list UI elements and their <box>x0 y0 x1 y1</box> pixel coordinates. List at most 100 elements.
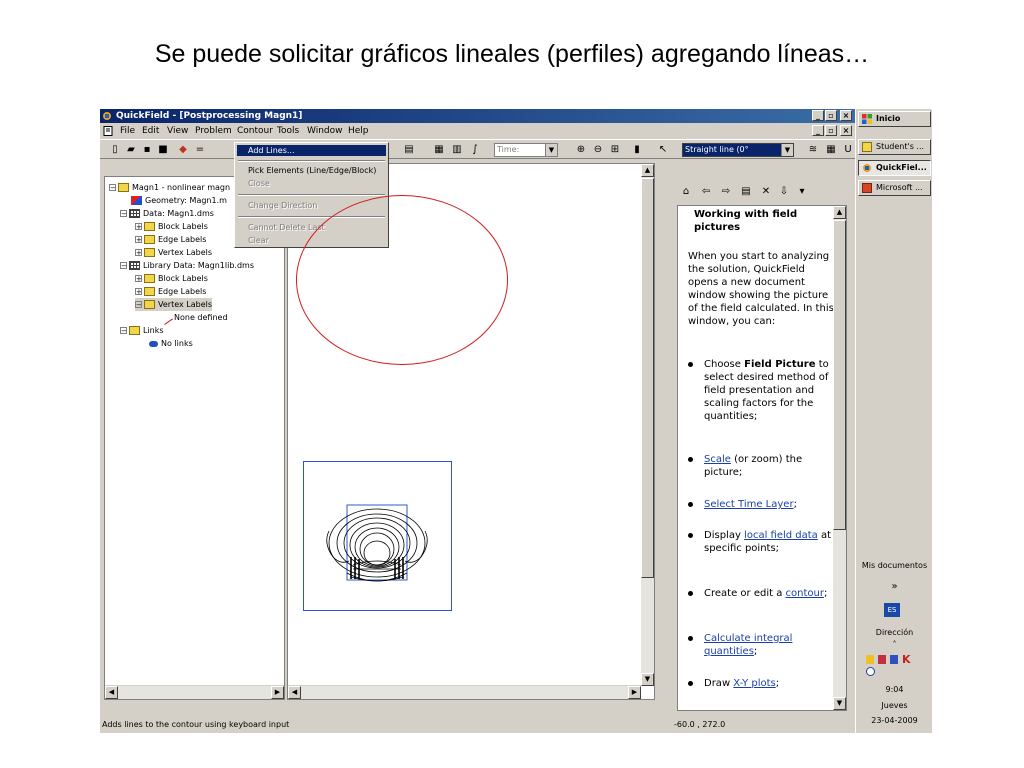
tree-horizontal-scrollbar[interactable]: ◀ ▶ <box>105 685 284 699</box>
chevron-right-icon[interactable]: » <box>856 581 932 592</box>
mis-documentos-label[interactable]: Mis documentos <box>856 561 932 570</box>
vertical-scroll-thumb[interactable] <box>833 220 846 530</box>
taskbar-button-microsoft[interactable]: Microsoft ... <box>858 180 931 196</box>
line-type-combo[interactable]: Straight line (0° ▼ <box>682 143 794 157</box>
menu-edit[interactable]: Edit <box>142 126 159 136</box>
menu-item-close[interactable]: Close <box>248 179 270 188</box>
menu-window[interactable]: Window <box>307 126 343 136</box>
minimize-button[interactable]: _ <box>812 110 824 121</box>
canvas-vertical-scrollbar[interactable]: ▲ ▼ <box>641 164 654 686</box>
table-view-icon[interactable]: ▦ <box>432 143 446 157</box>
tree-item-vertex-labels[interactable]: + Vertex Labels <box>135 246 212 259</box>
tree-item-data[interactable]: − Data: Magn1.dms <box>120 207 214 220</box>
scroll-down-button[interactable]: ▼ <box>833 697 846 710</box>
tree-item-geometry[interactable]: Geometry: Magn1.m <box>131 194 227 207</box>
security-shield-icon[interactable] <box>866 655 874 664</box>
calculate-integral-link[interactable]: Calculate integral quantities <box>704 633 792 657</box>
close-button[interactable]: × <box>840 110 852 121</box>
expand-icon[interactable]: + <box>135 288 142 296</box>
select-time-layer-link[interactable]: Select Time Layer <box>704 499 794 510</box>
tree-item-no-links[interactable]: No links <box>149 337 193 350</box>
zoom-out-icon[interactable]: ⊖ <box>591 143 605 157</box>
scroll-down-button[interactable]: ▼ <box>641 673 654 686</box>
menu-item-change-direction[interactable]: Change Direction <box>248 201 317 210</box>
toggle-grid-icon[interactable]: ≋ <box>806 143 820 157</box>
tree-item-library-data[interactable]: − Library Data: Magn1lib.dms <box>120 259 254 272</box>
expand-icon[interactable]: + <box>135 223 142 231</box>
back-arrow-icon[interactable]: ⇦ <box>699 185 713 199</box>
child-restore-button[interactable]: ▫ <box>825 125 837 136</box>
scroll-right-button[interactable]: ▶ <box>628 686 641 699</box>
collapse-icon[interactable]: − <box>120 327 127 335</box>
print-icon[interactable]: ▤ <box>739 185 753 199</box>
expand-icon[interactable]: + <box>135 236 142 244</box>
tree-item-lib-block-labels[interactable]: + Block Labels <box>135 272 208 285</box>
chevron-up-icon[interactable]: ˄ <box>856 640 932 649</box>
canvas-horizontal-scrollbar[interactable]: ◀ ▶ <box>288 685 641 699</box>
menu-item-add-lines[interactable]: Add Lines... <box>248 146 295 155</box>
collapse-icon[interactable]: − <box>109 184 116 192</box>
integral-icon[interactable]: ∫ <box>468 143 482 157</box>
home-icon[interactable]: ⌂ <box>679 185 693 199</box>
language-indicator-icon[interactable]: ES <box>884 603 900 617</box>
direccion-label[interactable]: Dirección <box>856 628 932 637</box>
xy-plots-link[interactable]: X-Y plots <box>733 678 775 689</box>
menu-contour[interactable]: Contour <box>237 126 273 136</box>
collapse-icon[interactable]: − <box>120 210 127 218</box>
vertical-scroll-thumb[interactable] <box>641 178 654 578</box>
antivirus-icon[interactable]: K <box>902 653 911 666</box>
pointer-icon[interactable]: ↖ <box>656 143 670 157</box>
new-file-icon[interactable]: ▯ <box>108 143 122 157</box>
tree-item-none-defined[interactable]: None defined <box>159 310 228 325</box>
menu-tools[interactable]: Tools <box>277 126 299 136</box>
scroll-up-button[interactable]: ▲ <box>641 164 654 177</box>
contour-link[interactable]: contour <box>786 588 824 599</box>
update-icon[interactable] <box>866 667 875 676</box>
save-icon[interactable]: ▪ <box>140 143 154 157</box>
scroll-left-button[interactable]: ◀ <box>288 686 301 699</box>
taskbar-button-quickfield[interactable]: QuickFiel... <box>858 160 931 176</box>
menu-file[interactable]: File <box>120 126 135 136</box>
scroll-left-button[interactable]: ◀ <box>105 686 118 699</box>
expand-icon[interactable]: + <box>135 249 142 257</box>
table-icon[interactable]: ▦ <box>824 143 838 157</box>
tree-item-lib-edge-labels[interactable]: + Edge Labels <box>135 285 206 298</box>
start-button[interactable]: Inicio <box>858 111 931 127</box>
scale-link[interactable]: Scale <box>704 454 731 465</box>
menu-view[interactable]: View <box>167 126 188 136</box>
zoom-in-icon[interactable]: ⊕ <box>574 143 588 157</box>
scroll-right-button[interactable]: ▶ <box>271 686 284 699</box>
more-tools-icon[interactable]: U <box>841 143 855 157</box>
chevron-down-icon[interactable]: ▾ <box>795 185 809 199</box>
plot-icon[interactable]: ▥ <box>450 143 464 157</box>
save-all-icon[interactable]: ■ <box>156 143 170 157</box>
zoom-fit-icon[interactable]: ⊞ <box>608 143 622 157</box>
close-pane-icon[interactable]: ✕ <box>759 185 773 199</box>
expand-icon[interactable]: + <box>135 275 142 283</box>
menu-help[interactable]: Help <box>348 126 369 136</box>
child-close-button[interactable]: × <box>840 125 852 136</box>
menu-item-cannot-delete-last[interactable]: Cannot Delete Last <box>248 223 325 232</box>
tree-item-block-labels[interactable]: + Block Labels <box>135 220 208 233</box>
open-folder-icon[interactable]: ▰ <box>124 143 138 157</box>
menu-problem[interactable]: Problem <box>195 126 232 136</box>
forward-arrow-icon[interactable]: ⇨ <box>719 185 733 199</box>
local-field-data-link[interactable]: local field data <box>744 530 818 541</box>
tree-item-edge-labels[interactable]: + Edge Labels <box>135 233 206 246</box>
copy-picture-icon[interactable]: ▤ <box>402 143 416 157</box>
network-icon[interactable] <box>878 655 886 664</box>
scroll-up-button[interactable]: ▲ <box>833 206 846 219</box>
menu-item-pick-elements[interactable]: Pick Elements (Line/Edge/Block) <box>248 166 376 175</box>
clock-time[interactable]: 9:04 <box>856 685 932 694</box>
restore-button[interactable]: ▫ <box>825 110 837 121</box>
legend-icon[interactable]: ▮ <box>630 143 644 157</box>
child-minimize-button[interactable]: _ <box>812 125 824 136</box>
menu-item-clear[interactable]: Clear <box>248 236 269 245</box>
help-vertical-scrollbar[interactable]: ▲ ▼ <box>833 206 846 710</box>
collapse-icon[interactable]: − <box>120 262 127 270</box>
model-icon[interactable]: ◆ <box>176 143 190 157</box>
equals-icon[interactable]: = <box>193 143 207 157</box>
tree-item-lib-vertex-labels[interactable]: − Vertex Labels <box>135 298 213 311</box>
tree-item-links[interactable]: − Links <box>120 324 164 337</box>
time-combo[interactable]: Time: ▼ <box>494 143 558 157</box>
